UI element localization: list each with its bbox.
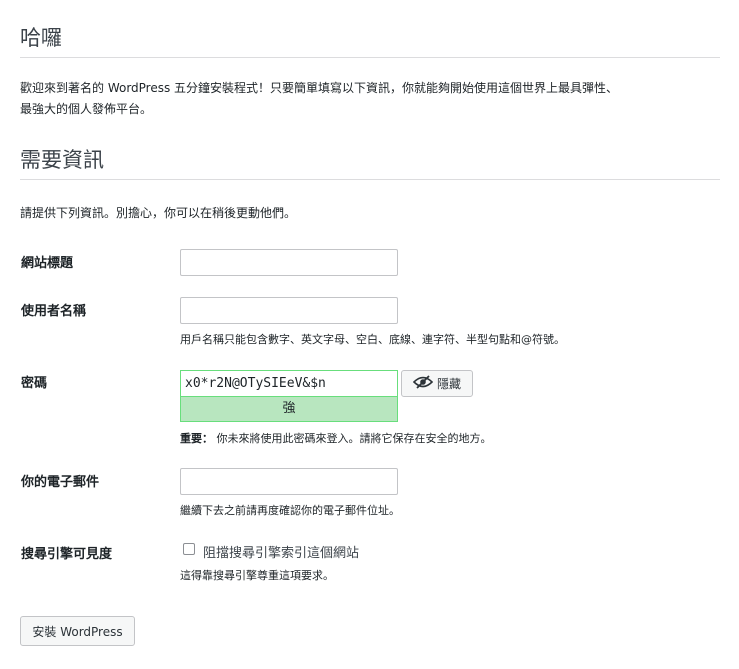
password-important-text: 你未來將使用此密碼來登入。請將它保存在安全的地方。	[216, 432, 492, 445]
password-strength-indicator: 強	[180, 396, 398, 422]
site-title-input[interactable]	[180, 249, 398, 276]
email-input[interactable]	[180, 468, 398, 495]
search-visibility-label: 搜尋引擎可見度	[21, 547, 113, 562]
search-visibility-checkbox[interactable]	[183, 543, 195, 555]
password-label: 密碼	[21, 376, 48, 391]
username-help: 用戶名稱只能包含數字、英文字母、空白、底線、連字符、半型句點和@符號。	[180, 333, 565, 346]
search-visibility-checkbox-label[interactable]: 阻擋搜尋引擎索引這個網站	[203, 542, 359, 561]
info-intro: 請提供下列資訊。別擔心，你可以在稍後更動他們。	[20, 206, 297, 220]
welcome-text-line2: 最強大的個人發佈平台。	[20, 102, 153, 116]
password-warning: 重要： 你未來將使用此密碼來登入。請將它保存在安全的地方。	[180, 430, 492, 446]
password-input[interactable]: x0*r2N@OTySIEeV&$n	[180, 370, 398, 396]
welcome-heading: 哈囉	[20, 26, 62, 50]
hide-password-label: 隱藏	[436, 377, 461, 391]
welcome-text: 歡迎來到著名的 WordPress 五分鐘安裝程式！只要簡單填寫以下資訊，你就能…	[20, 78, 618, 120]
site-title-label: 網站標題	[21, 256, 74, 271]
search-visibility-help: 這得靠搜尋引擎尊重這項要求。	[180, 569, 334, 582]
divider	[20, 179, 720, 180]
username-input[interactable]	[180, 297, 398, 324]
divider	[20, 57, 720, 58]
eye-slash-icon	[412, 375, 434, 392]
hide-password-button[interactable]: 隱藏	[401, 370, 473, 397]
email-help: 繼續下去之前請再度確認你的電子郵件位址。	[180, 504, 400, 517]
password-important-label: 重要：	[180, 432, 213, 445]
welcome-text-line1: 歡迎來到著名的 WordPress 五分鐘安裝程式！只要簡單填寫以下資訊，你就能…	[20, 81, 619, 95]
username-label: 使用者名稱	[21, 304, 87, 319]
email-label: 你的電子郵件	[21, 475, 100, 490]
info-heading: 需要資訊	[20, 148, 104, 172]
install-wordpress-button[interactable]: 安裝 WordPress	[20, 616, 135, 646]
